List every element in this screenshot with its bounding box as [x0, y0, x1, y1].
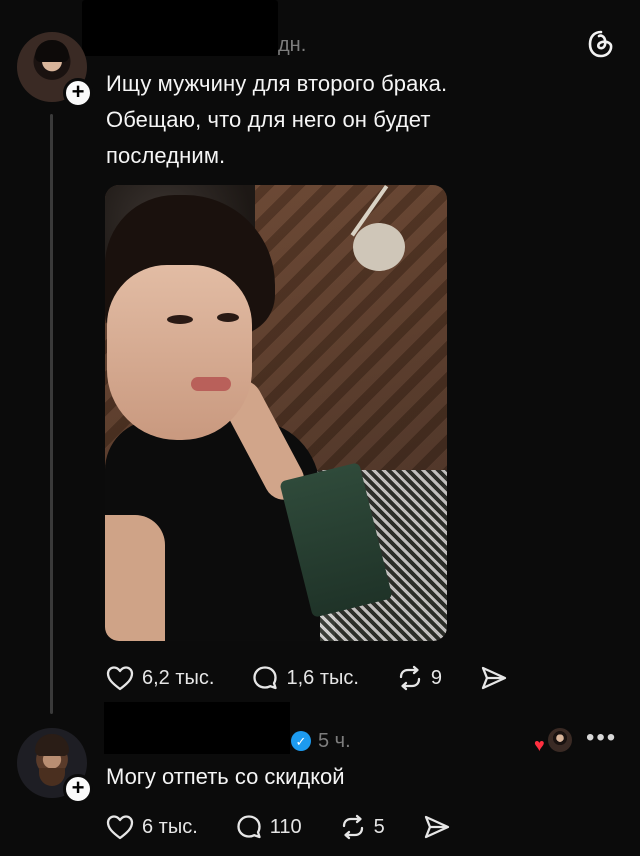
- photo-eye: [167, 315, 193, 324]
- heart-filled-icon: ♥: [534, 735, 545, 755]
- threads-logo-icon[interactable]: [588, 30, 614, 58]
- comment-icon: [253, 666, 278, 690]
- post-timestamp: дн.: [278, 34, 307, 56]
- reply-text: Могу отпеть со скидкой: [106, 764, 345, 789]
- comment-icon: [237, 815, 261, 839]
- post-photo[interactable]: [105, 185, 447, 641]
- post-text-line: последним.: [106, 143, 226, 168]
- author-liked-indicator: ♥: [534, 726, 574, 754]
- post-text-line: Обещаю, что для него он будет: [106, 107, 431, 132]
- repost-count: 9: [430, 666, 443, 689]
- photo-face: [107, 265, 252, 440]
- photo-lamp: [353, 223, 405, 271]
- repost-icon: [399, 665, 421, 691]
- like-button[interactable]: 6 тыс.: [106, 814, 198, 840]
- like-count: 6 тыс.: [142, 815, 198, 838]
- reply-timestamp: 5 ч.: [318, 730, 351, 752]
- plus-icon: +: [71, 79, 85, 104]
- repost-button[interactable]: 5: [340, 814, 385, 840]
- send-icon: [481, 666, 507, 690]
- comment-count: 110: [269, 815, 302, 838]
- like-count: 6,2 тыс.: [142, 666, 215, 689]
- repost-icon: [342, 814, 363, 840]
- post-text: Ищу мужчину для второго брака. Обещаю, ч…: [106, 66, 606, 174]
- follow-button[interactable]: +: [63, 774, 93, 804]
- photo-arm: [105, 515, 165, 641]
- share-button[interactable]: [423, 814, 451, 840]
- follow-button[interactable]: +: [63, 78, 93, 108]
- comment-button[interactable]: 1,6 тыс.: [252, 665, 359, 691]
- verified-badge-icon: ✓: [291, 731, 311, 751]
- photo-eye: [217, 313, 239, 322]
- post-actions: 6,2 тыс. 1,6 тыс. 9: [106, 665, 508, 691]
- send-icon: [424, 815, 449, 839]
- avatar-beard: [39, 768, 65, 786]
- repost-count: 5: [373, 815, 385, 838]
- comment-button[interactable]: 110: [236, 814, 302, 840]
- avatar-hair: [35, 734, 69, 756]
- redacted-username: [82, 0, 278, 56]
- reply-actions: 6 тыс. 110 5: [106, 814, 451, 840]
- avatar-hair: [35, 40, 69, 62]
- redacted-username: [104, 702, 290, 754]
- post-text-line: Ищу мужчину для второго брака.: [106, 71, 448, 96]
- repost-button[interactable]: 9: [397, 665, 442, 691]
- plus-icon: +: [71, 775, 85, 800]
- heart-icon: [106, 815, 134, 840]
- share-button[interactable]: [480, 665, 508, 691]
- like-button[interactable]: 6,2 тыс.: [106, 665, 214, 691]
- heart-icon: [106, 666, 134, 691]
- thread-connector-line: [50, 114, 53, 714]
- photo-lips: [191, 377, 231, 391]
- comment-count: 1,6 тыс.: [286, 666, 359, 689]
- more-options-icon[interactable]: •••: [586, 724, 617, 752]
